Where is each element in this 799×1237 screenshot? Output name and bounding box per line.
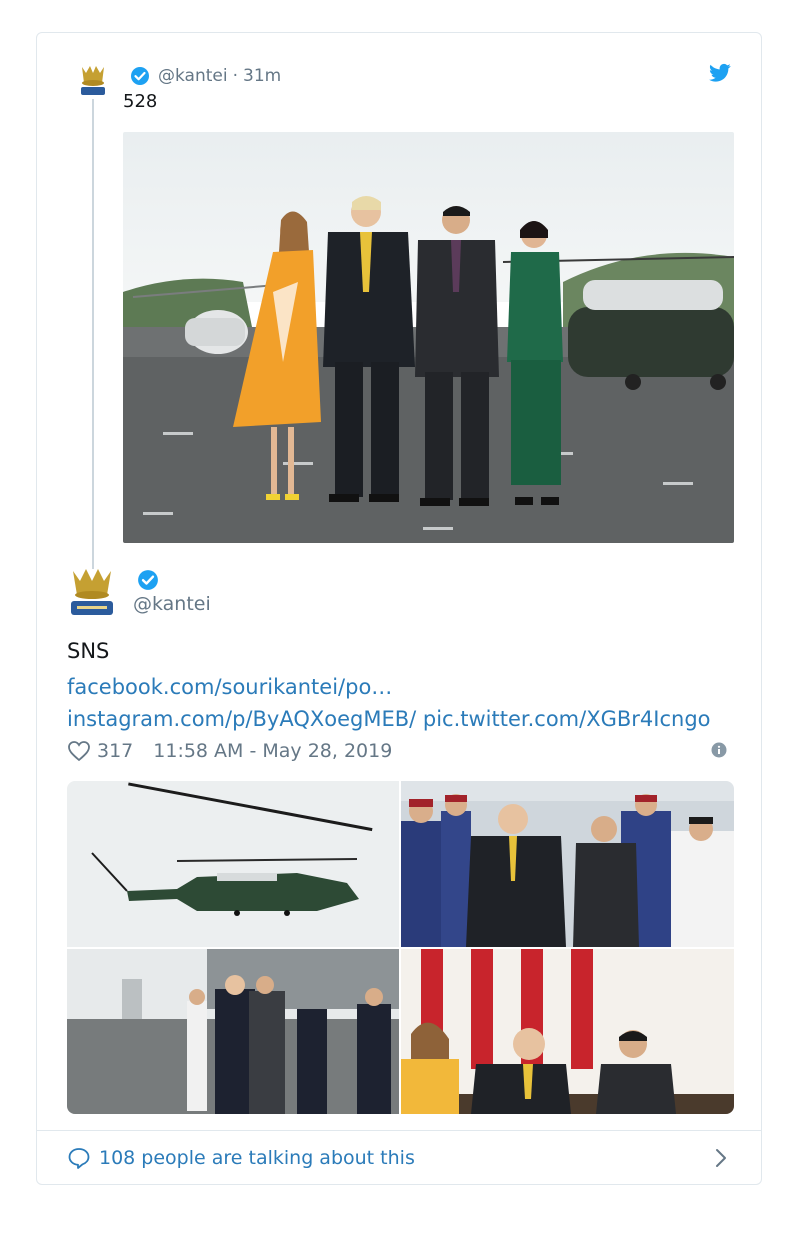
photo-leaders-on-deck — [123, 132, 734, 543]
gallery-photo-flag[interactable] — [401, 949, 734, 1114]
gallery-photo-honor-guard[interactable] — [401, 781, 734, 947]
facebook-link[interactable]: facebook.com/sourikantei/po… — [67, 675, 392, 699]
tweet-timestamp[interactable]: 11:58 AM - May 28, 2019 — [153, 740, 392, 762]
comment-bubble-icon — [68, 1148, 90, 1169]
conversation-count-label[interactable]: 108 people are talking about this — [99, 1147, 415, 1169]
twitter-bird-icon[interactable] — [709, 63, 731, 83]
tweet-author-handle[interactable]: @kantei — [133, 593, 211, 615]
chevron-right-icon[interactable] — [715, 1148, 727, 1168]
pic-twitter-link[interactable]: pic.twitter.com/XGBr4Icngo — [423, 707, 711, 731]
info-icon[interactable] — [711, 742, 727, 758]
conversation-link[interactable]: 108 people are talking about this — [67, 1143, 415, 1173]
verified-badge-icon — [131, 67, 149, 85]
gallery-photo-helicopter[interactable] — [67, 781, 399, 947]
tweet-photo-gallery — [67, 781, 734, 1114]
quoted-tweet-time[interactable]: 31m — [243, 66, 281, 86]
tweet-text: SNS — [67, 639, 110, 663]
quoted-tweet-handle[interactable]: @kantei — [158, 66, 228, 86]
heart-icon[interactable] — [67, 740, 91, 762]
gallery-photo-pier[interactable] — [67, 949, 399, 1114]
like-count[interactable]: 317 — [97, 740, 133, 762]
tweet-card: @kantei · 31m 528 @kantei SNS facebook.c… — [36, 32, 762, 1185]
kantei-avatar-small[interactable] — [78, 63, 108, 99]
thread-connector-line — [92, 99, 94, 569]
separator: · — [232, 66, 238, 86]
footer-divider — [37, 1130, 761, 1131]
verified-badge-icon — [138, 570, 158, 590]
quoted-tweet-photo[interactable] — [123, 132, 734, 543]
tweet-links: facebook.com/sourikantei/po… instagram.co… — [67, 671, 737, 735]
kantei-avatar-large[interactable] — [67, 563, 117, 619]
quoted-tweet-text: 528 — [123, 91, 158, 112]
instagram-link[interactable]: instagram.com/p/ByAQXoegMEB/ — [67, 707, 416, 731]
tweet-meta-row: 317 11:58 AM - May 28, 2019 — [67, 737, 392, 765]
quoted-tweet-header: @kantei · 31m — [130, 65, 281, 87]
